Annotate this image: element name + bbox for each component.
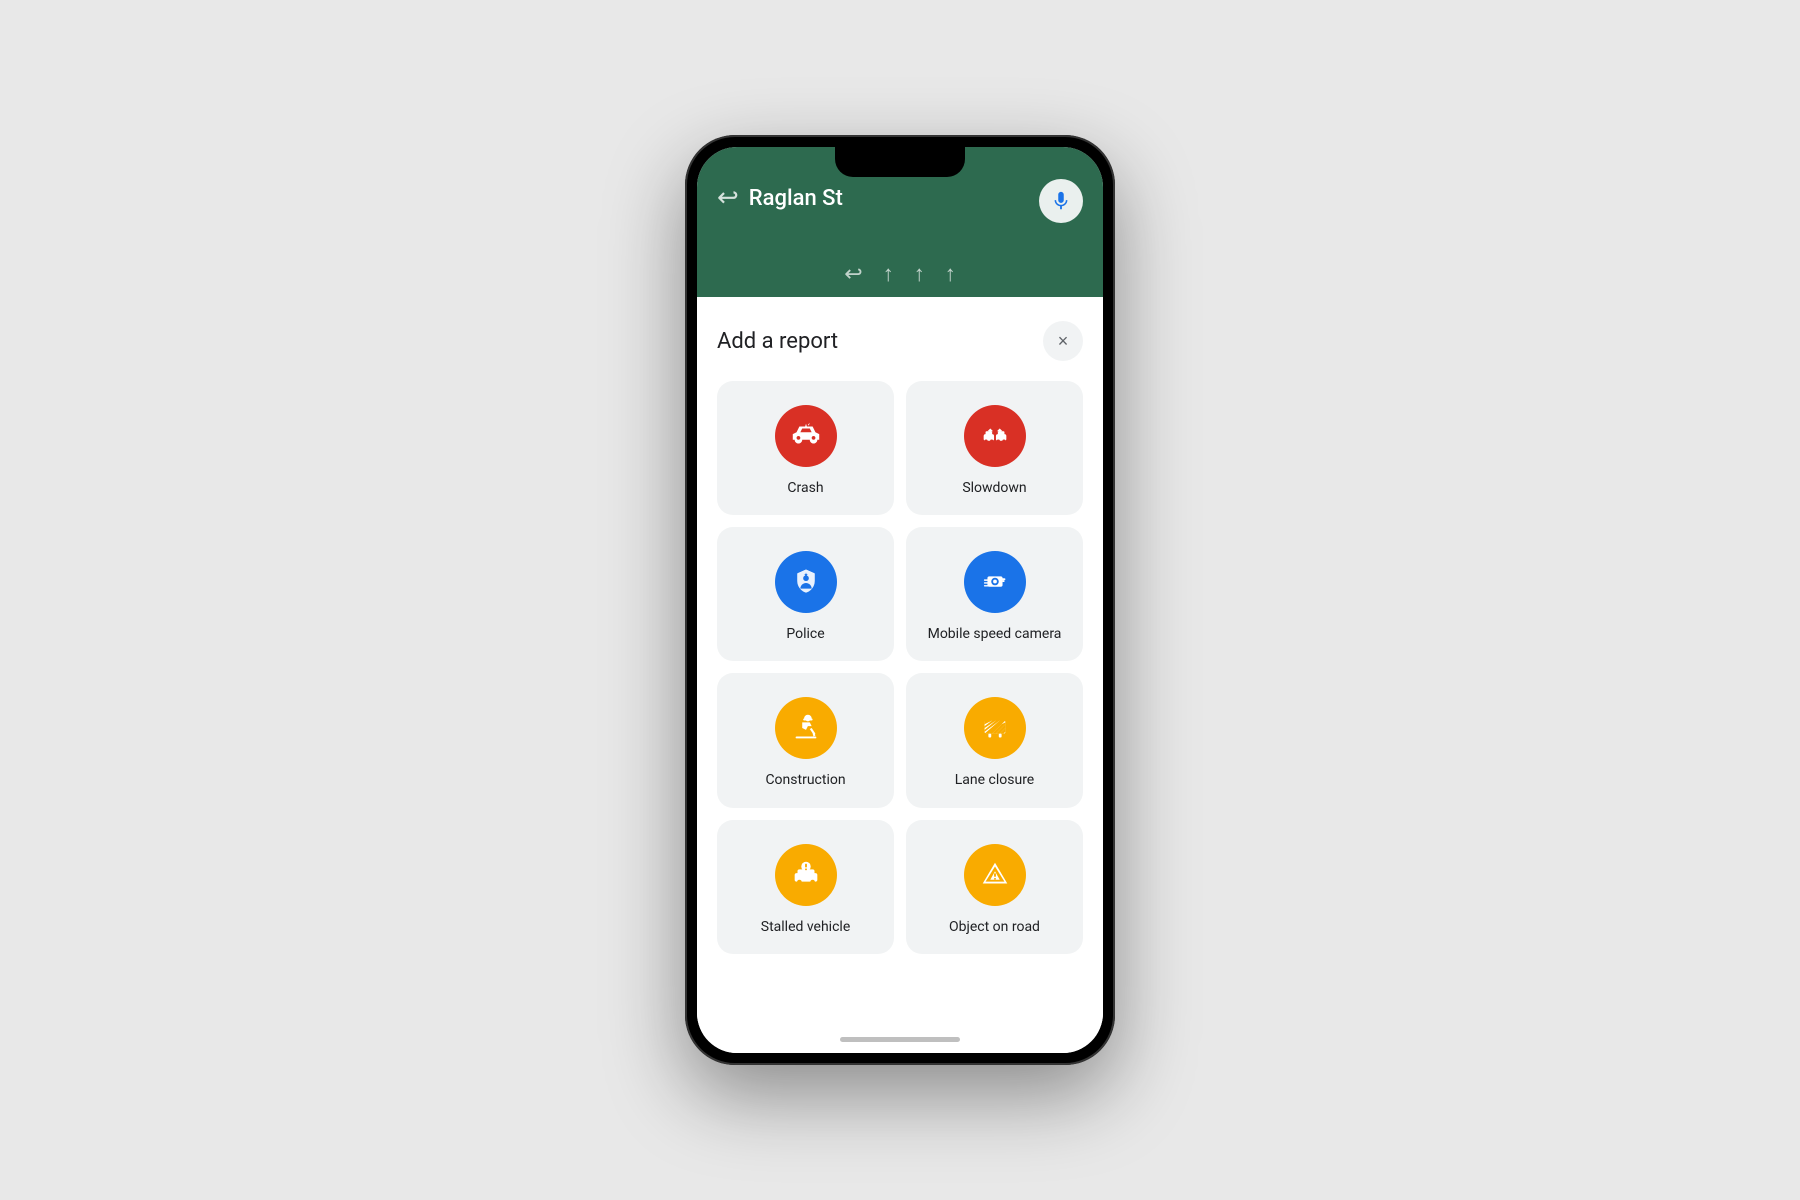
stalled-vehicle-icon-circle bbox=[775, 844, 837, 906]
stalled-vehicle-icon bbox=[789, 858, 823, 892]
police-icon bbox=[789, 565, 823, 599]
stalled-vehicle-label: Stalled vehicle bbox=[761, 918, 851, 936]
back-arrow-icon: ↩ bbox=[717, 183, 739, 213]
lane-closure-icon bbox=[978, 711, 1012, 745]
report-item-slowdown[interactable]: Slowdown bbox=[906, 381, 1083, 515]
construction-icon-circle bbox=[775, 697, 837, 759]
home-indicator bbox=[697, 1025, 1103, 1053]
report-item-speed-camera[interactable]: Mobile speed camera bbox=[906, 527, 1083, 661]
report-item-crash[interactable]: Crash bbox=[717, 381, 894, 515]
lane-closure-icon-circle bbox=[964, 697, 1026, 759]
slowdown-icon bbox=[978, 419, 1012, 453]
mic-button[interactable] bbox=[1039, 179, 1083, 223]
police-label: Police bbox=[786, 625, 824, 643]
phone-frame: ↩ Raglan St ↩ ↑ ↑ ↑ Add a report × bbox=[685, 135, 1115, 1065]
lane-closure-label: Lane closure bbox=[955, 771, 1034, 789]
speed-camera-icon-circle bbox=[964, 551, 1026, 613]
object-on-road-icon bbox=[978, 858, 1012, 892]
report-item-construction[interactable]: Construction bbox=[717, 673, 894, 807]
crash-label: Crash bbox=[787, 479, 823, 497]
slowdown-icon-circle bbox=[964, 405, 1026, 467]
construction-label: Construction bbox=[765, 771, 845, 789]
report-item-object-on-road[interactable]: Object on road bbox=[906, 820, 1083, 954]
straight-icon-3: ↑ bbox=[945, 261, 956, 287]
home-bar bbox=[840, 1037, 960, 1042]
slowdown-label: Slowdown bbox=[962, 479, 1026, 497]
straight-icon-2: ↑ bbox=[914, 261, 925, 287]
report-grid: Crash bbox=[717, 381, 1083, 954]
crash-icon bbox=[789, 419, 823, 453]
report-item-police[interactable]: Police bbox=[717, 527, 894, 661]
street-name: Raglan St bbox=[749, 186, 843, 211]
object-on-road-label: Object on road bbox=[949, 918, 1040, 936]
mic-icon bbox=[1050, 190, 1072, 212]
close-button[interactable]: × bbox=[1043, 321, 1083, 361]
sheet-header: Add a report × bbox=[717, 321, 1083, 361]
speed-camera-label: Mobile speed camera bbox=[928, 625, 1062, 643]
sheet-title: Add a report bbox=[717, 329, 838, 354]
straight-icon-1: ↑ bbox=[883, 261, 894, 287]
speed-camera-icon bbox=[978, 565, 1012, 599]
report-item-stalled-vehicle[interactable]: Stalled vehicle bbox=[717, 820, 894, 954]
turn-left-icon: ↩ bbox=[844, 262, 862, 287]
object-on-road-icon-circle bbox=[964, 844, 1026, 906]
phone-screen: ↩ Raglan St ↩ ↑ ↑ ↑ Add a report × bbox=[697, 147, 1103, 1053]
crash-icon-circle bbox=[775, 405, 837, 467]
report-item-lane-closure[interactable]: Lane closure bbox=[906, 673, 1083, 807]
notch bbox=[835, 147, 965, 177]
police-icon-circle bbox=[775, 551, 837, 613]
construction-icon bbox=[789, 711, 823, 745]
bottom-sheet: Add a report × Crash bbox=[697, 297, 1103, 1025]
directions-row: ↩ ↑ ↑ ↑ bbox=[697, 257, 1103, 297]
